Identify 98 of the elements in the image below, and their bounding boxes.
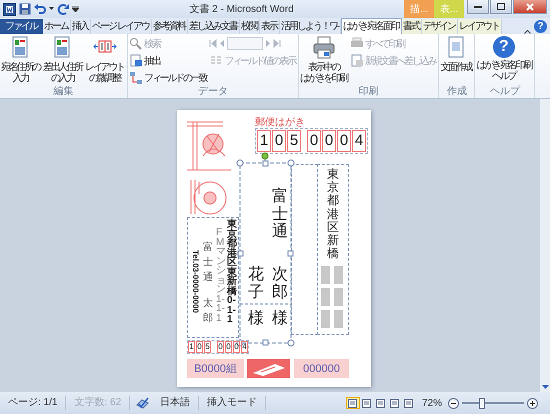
input-mode-indicator[interactable]: 挿入モード — [199, 396, 266, 410]
save-icon — [19, 3, 31, 15]
context-tab-header: 描... — [404, 0, 434, 18]
view-button[interactable] — [388, 397, 402, 409]
postal-code-digit: 5 — [287, 130, 301, 152]
match-fields-icon — [129, 70, 144, 84]
postal-code-digit: 0 — [272, 130, 286, 152]
blurred-text — [321, 288, 330, 306]
view-layout-icon — [390, 398, 400, 408]
group-label: ヘルプ — [488, 86, 522, 98]
view-button[interactable] — [402, 397, 416, 409]
first-record-icon — [209, 39, 218, 48]
group-label: 作成 — [446, 86, 468, 98]
postal-code-digit: 1 — [257, 130, 271, 152]
blurred-text — [334, 266, 343, 284]
minimize-button[interactable] — [467, 0, 489, 14]
view-button[interactable] — [374, 397, 388, 409]
minimize-icon — [474, 4, 482, 8]
help-icon: ? — [492, 36, 515, 58]
sender-address: 東京都港区東新橋0-1-1 — [227, 220, 237, 324]
ribbon-tab[interactable]: レイアウト — [458, 19, 502, 34]
ribbon-tab[interactable]: ファイル — [0, 19, 43, 34]
close-button[interactable] — [513, 0, 547, 14]
ribbon-button[interactable]: レイアウト の微調整 — [85, 36, 126, 84]
close-icon — [526, 2, 534, 10]
status-item: ページ: 1/1 — [0, 396, 66, 410]
customize-toolbar-icon — [72, 6, 79, 12]
language-indicator[interactable]: 日本語 — [160, 396, 190, 410]
postal-code-digit: 5 — [204, 341, 211, 353]
ribbon-button[interactable]: 表示中の はがきを印刷 — [300, 36, 350, 84]
redo-icon — [57, 3, 69, 15]
ribbon-button[interactable]: フィールドの一致 — [129, 70, 208, 85]
honorific: 様 — [272, 310, 288, 328]
view-layout-icon — [362, 398, 372, 408]
zoom-in-icon — [527, 398, 538, 408]
view-button[interactable] — [346, 397, 360, 409]
postal-code-digit: 1 — [188, 341, 195, 353]
zoom-slider-thumb[interactable] — [478, 398, 485, 408]
recipient-given-name: 次郎 — [272, 266, 288, 302]
postal-code-digit: 0 — [337, 130, 351, 152]
search-icon — [129, 36, 144, 50]
scroll-down-icon — [542, 385, 548, 390]
dropdown-caret-icon — [49, 7, 54, 11]
lottery-stamp-drawing — [247, 359, 290, 378]
filter-document-icon — [129, 54, 144, 68]
view-layout-icon — [348, 398, 358, 408]
context-tab-header: 表... — [434, 0, 464, 18]
blurred-text — [334, 310, 343, 328]
recipient-address: 東京都港区新橋 — [327, 168, 339, 260]
postal-code-digit: 0 — [196, 341, 203, 353]
undo-icon — [34, 3, 46, 15]
blurred-text — [321, 266, 330, 284]
sender-building: FMマンション1-1-1 — [216, 228, 226, 323]
ribbon-button[interactable]: ? はがき宛名印刷 ヘルプ — [476, 36, 534, 82]
group-label: データ — [197, 86, 230, 98]
sender-given-name: 太郎 — [203, 296, 213, 326]
help-button[interactable]: ? — [534, 20, 547, 33]
ribbon-tab[interactable]: 書式 — [402, 19, 422, 34]
group-label: 印刷 — [358, 86, 380, 98]
ribbon-button[interactable]: 文面作成 — [440, 36, 474, 73]
ribbon-button[interactable]: 差出人住所 の入力 — [43, 36, 84, 84]
ribbon-button[interactable]: 宛名住所の 入力 — [1, 36, 42, 84]
postal-code-digit: 0 — [217, 341, 224, 353]
proofing-check-icon — [136, 397, 150, 409]
merge-document-icon — [350, 54, 364, 68]
word-app-icon — [3, 2, 16, 16]
postal-code-digit: 4 — [352, 130, 366, 152]
postal-code-digit: 4 — [241, 341, 248, 353]
last-record-icon — [273, 39, 282, 48]
recipient-given-name: 花子 — [248, 266, 264, 302]
zoom-level[interactable]: 72% — [416, 398, 448, 408]
view-button[interactable] — [360, 397, 374, 409]
honorific: 様 — [248, 310, 264, 328]
blurred-text — [321, 310, 330, 328]
window-title: 文書 2 - Microsoft Word — [188, 2, 295, 16]
lottery-group: B0000組 — [187, 359, 244, 378]
group-label: 編集 — [52, 86, 75, 98]
blurred-text — [334, 288, 343, 306]
recipient-family-name: 富士通 — [272, 188, 288, 241]
printer-icon — [312, 36, 336, 60]
ribbon-tab[interactable]: はがき宛名面印 — [341, 18, 402, 34]
ribbon-button[interactable]: 抽出 — [129, 53, 208, 68]
view-layout-icon — [404, 398, 414, 408]
view-layout-icon — [376, 398, 386, 408]
sender-family-name: 富士通 — [203, 240, 213, 285]
collapse-ribbon-icon — [524, 29, 531, 34]
postal-code-digit: 0 — [307, 130, 321, 152]
maximize-button[interactable] — [490, 0, 512, 14]
postal-code-digit: 0 — [322, 130, 336, 152]
zoom-out-icon — [448, 398, 459, 408]
postal-code-digit: 0 — [225, 341, 232, 353]
ribbon-tab[interactable]: デザイン — [422, 19, 458, 34]
status-item: 文字数: 62 — [66, 396, 130, 410]
postal-code-digit: 0 — [233, 341, 240, 353]
postcard-header: 郵便はがき — [255, 116, 305, 129]
lottery-number: 000000 — [294, 359, 349, 378]
restore-icon — [497, 3, 505, 10]
sender-phone: Tel.03-0000-0000 — [191, 250, 200, 314]
